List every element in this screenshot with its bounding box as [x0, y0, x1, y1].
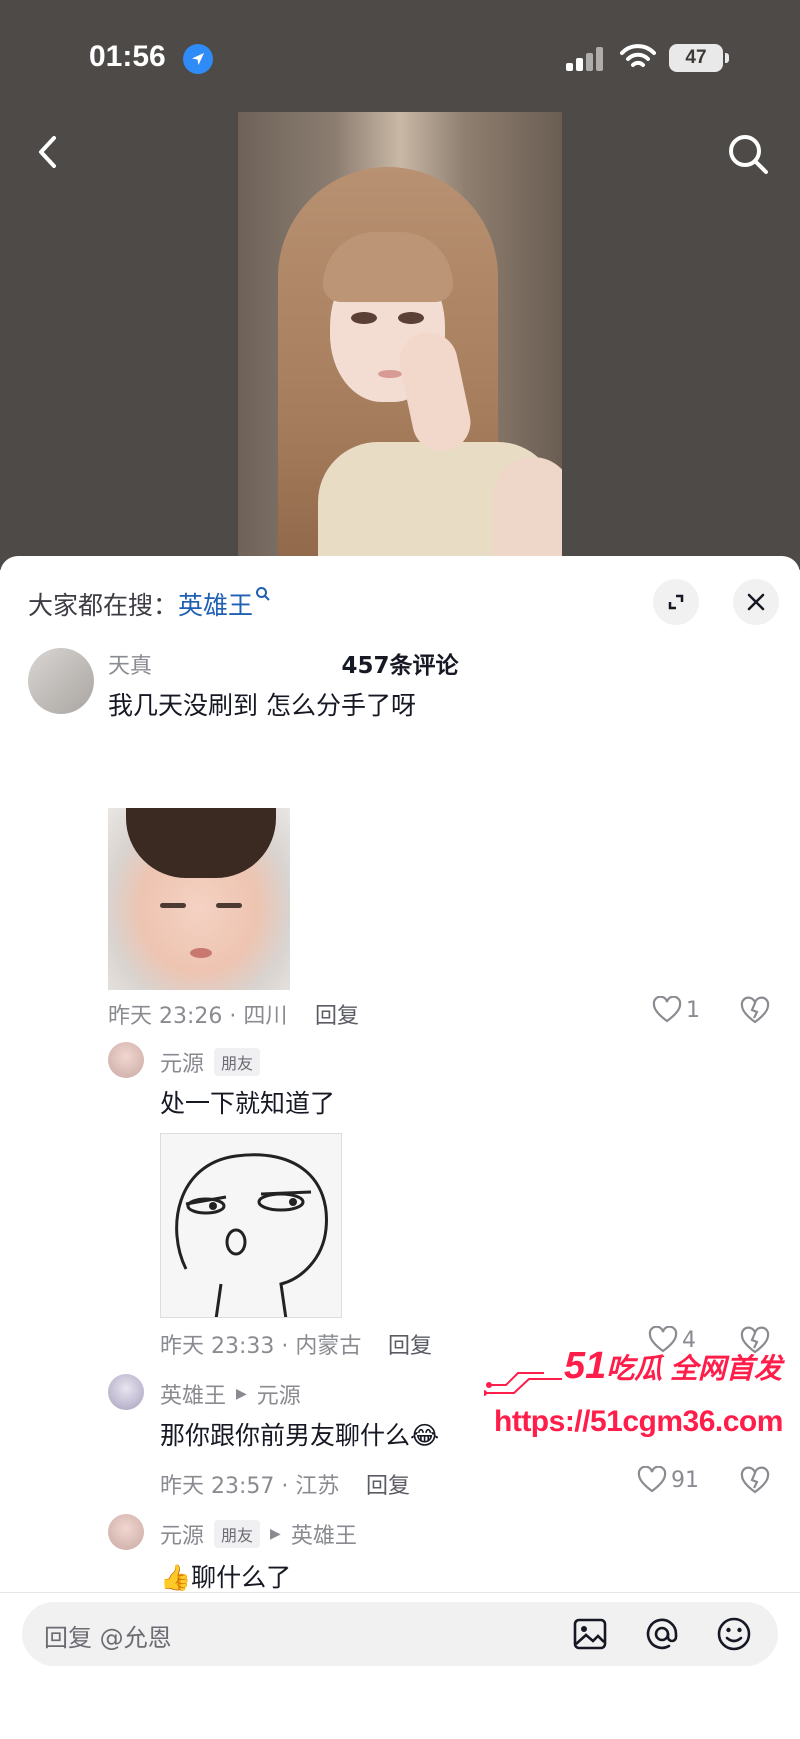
expand-button[interactable] [653, 579, 699, 625]
cellular-signal-icon [566, 47, 608, 71]
close-button[interactable] [733, 579, 779, 625]
laughing-emoji: 😂 [410, 1421, 440, 1450]
watermark: 51吃瓜 全网首发 https://51cgm36.com [484, 1345, 784, 1445]
search-hint-prefix: 大家都在搜： [28, 591, 179, 620]
watermark-title: 51吃瓜 全网首发 [564, 1345, 783, 1387]
reply-button[interactable]: 回复 [366, 1468, 410, 1500]
post-photo[interactable] [238, 112, 562, 570]
avatar[interactable] [108, 1514, 144, 1550]
reply-arrow-icon: ▶ [270, 1526, 281, 1542]
image-icon[interactable] [570, 1614, 610, 1654]
reply-to-user[interactable]: 元源 [257, 1378, 301, 1410]
comment-author[interactable]: 天真 [108, 648, 152, 680]
location-arrow-icon [183, 44, 213, 74]
comment-sticker-image[interactable] [108, 808, 290, 990]
reply-button[interactable]: 回复 [388, 1328, 432, 1360]
comment-text: 我几天没刷到 怎么分手了呀 [108, 691, 416, 720]
broken-heart-icon[interactable] [740, 996, 770, 1026]
battery-indicator: 47 [669, 44, 729, 72]
comment-author[interactable]: 元源 朋友 [160, 1046, 261, 1078]
comment-text: 处一下就知道了 [160, 1089, 336, 1118]
avatar[interactable] [108, 1374, 144, 1410]
heart-icon [637, 1466, 667, 1493]
small-search-icon [256, 587, 270, 601]
reply-input[interactable]: 回复 @允恩 [22, 1602, 778, 1666]
expand-icon [668, 594, 684, 610]
comment-meta: 昨天 23:33 · 内蒙古 [160, 1334, 362, 1359]
back-icon[interactable] [24, 128, 72, 176]
comment-panel: 大家都在搜：英雄王 457条评论 天真 我几天没刷到 怎么分手了呀 昨天 23:… [0, 556, 800, 1739]
search-hint-keyword[interactable]: 英雄王 [178, 591, 253, 620]
reply-input-placeholder: 回复 @允恩 [44, 1624, 172, 1652]
friend-badge: 朋友 [214, 1520, 261, 1548]
trending-search-hint[interactable]: 大家都在搜：英雄王 [28, 586, 271, 622]
avatar[interactable] [28, 648, 94, 714]
status-time: 01:56 [89, 40, 166, 73]
watermark-circuit-icon [484, 1372, 562, 1396]
like-count: 1 [686, 997, 700, 1023]
friend-badge: 朋友 [214, 1048, 261, 1076]
thumbs-up-emoji: 👍 [160, 1563, 192, 1592]
wifi-icon [620, 44, 656, 67]
comment-meta: 昨天 23:57 · 江苏 [160, 1474, 340, 1499]
reply-to-user[interactable]: 英雄王 [291, 1518, 357, 1550]
watermark-url: https://51cgm36.com [494, 1405, 783, 1438]
search-icon[interactable] [722, 128, 776, 182]
broken-heart-icon[interactable] [740, 1466, 770, 1496]
at-mention-icon[interactable] [642, 1614, 682, 1654]
comment-author[interactable]: 元源 朋友 ▶ 英雄王 [160, 1518, 357, 1550]
comment-author[interactable]: 英雄王 ▶ 元源 [160, 1378, 301, 1410]
heart-icon [652, 996, 682, 1023]
emoji-icon[interactable] [714, 1614, 754, 1654]
reply-button[interactable]: 回复 [315, 998, 359, 1030]
comment-sticker-image[interactable] [160, 1133, 342, 1318]
like-button[interactable]: 91 [637, 1466, 699, 1494]
comment-text: 👍聊什么了 [160, 1563, 292, 1592]
avatar[interactable] [108, 1042, 144, 1078]
close-icon [747, 593, 765, 611]
comment-text: 那你跟你前男友聊什么😂 [160, 1421, 440, 1450]
like-count: 91 [671, 1467, 699, 1493]
comment-meta: 昨天 23:26 · 四川 [108, 1004, 288, 1029]
divider [0, 1592, 800, 1593]
reply-arrow-icon: ▶ [236, 1386, 247, 1402]
status-bar: 01:56 47 [0, 0, 800, 120]
like-button[interactable]: 1 [652, 996, 700, 1024]
